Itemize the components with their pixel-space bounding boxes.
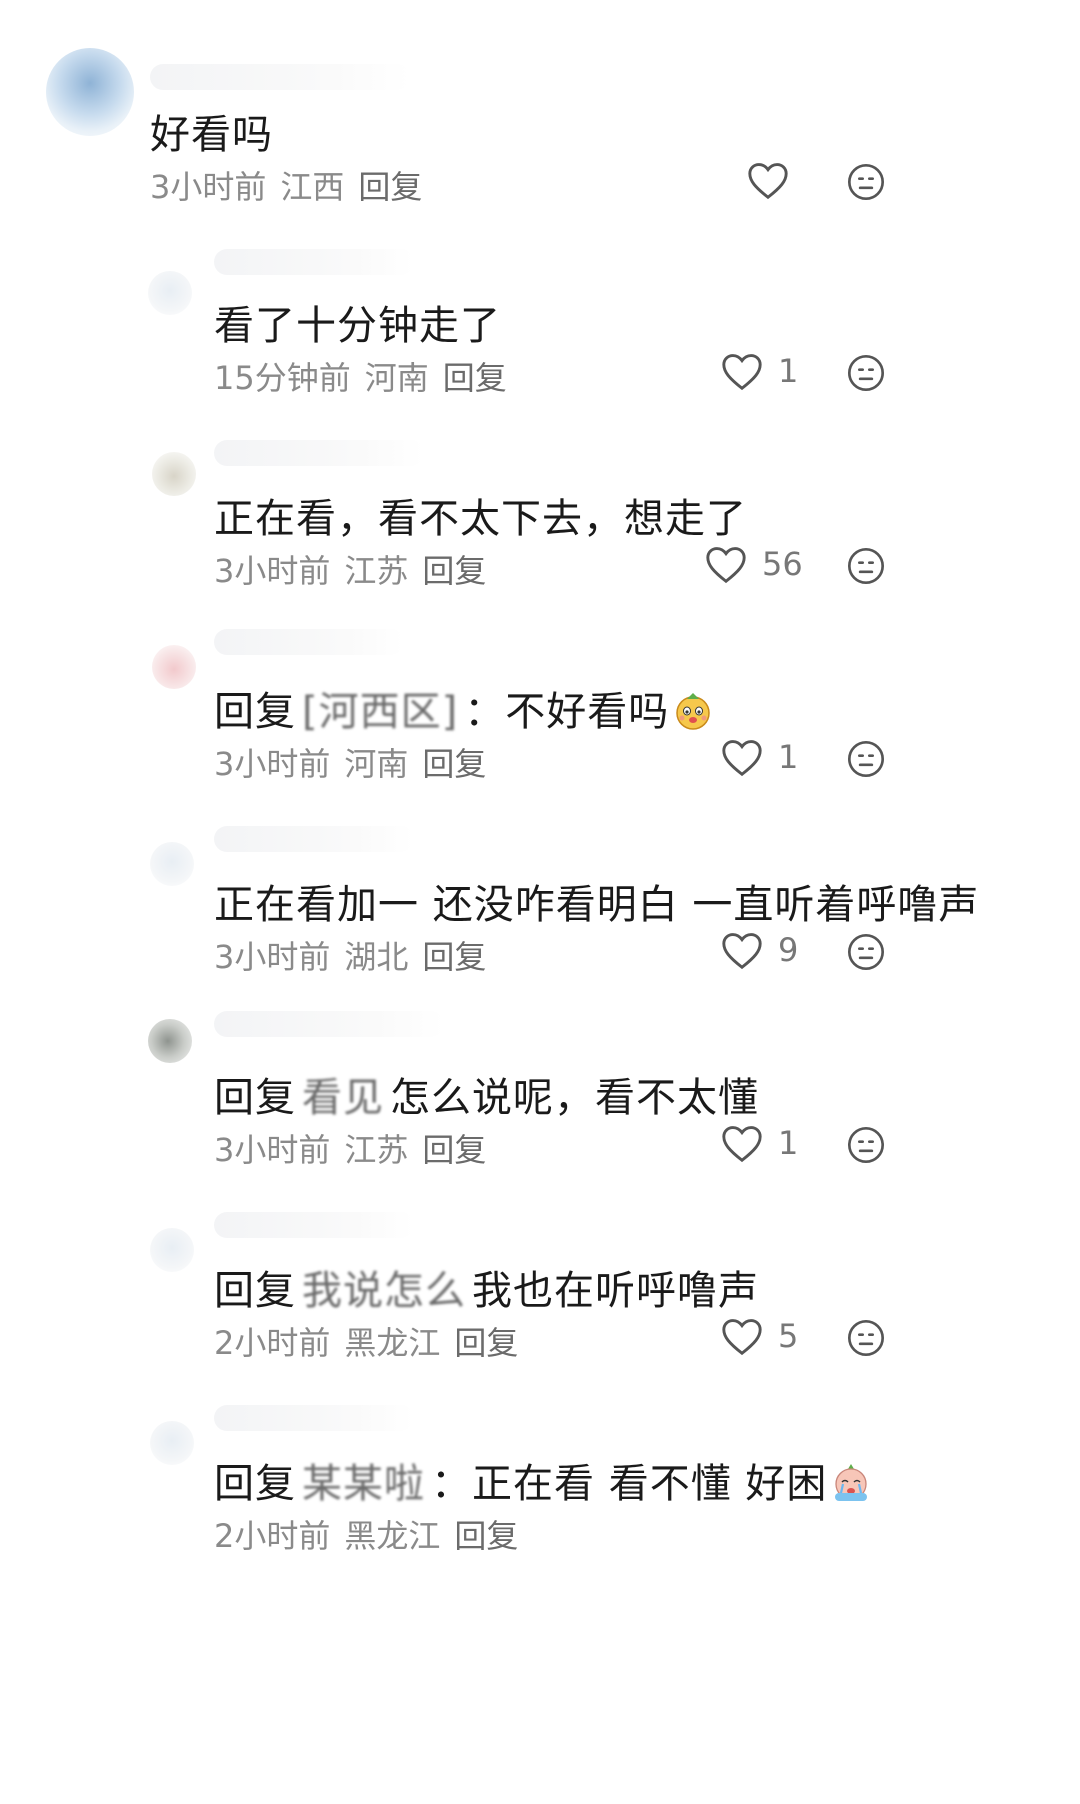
doge-face-emoji-icon [676,693,710,730]
like-count: 1 [778,1124,799,1162]
username-blurred [214,826,414,852]
avatar[interactable] [150,842,194,886]
avatar[interactable] [150,1228,194,1272]
username-blurred [214,1405,414,1431]
reply-prefix: 回复 [214,1268,296,1314]
comment-meta: 3小时前 江西 回复 [150,162,436,208]
username-blurred [150,64,410,90]
username-blurred [214,1011,444,1037]
comment-time: 3小时前 [214,552,331,590]
username-blurred [214,629,404,655]
reply-button[interactable]: 回复 [422,938,486,976]
comment-time: 2小时前 [214,1517,331,1555]
reply-button[interactable]: 回复 [422,552,486,590]
crying-baby-emoji-icon [835,1464,868,1501]
neutral-face-icon[interactable] [846,546,886,586]
reply-prefix: 回复 [214,689,296,735]
comment-meta: 3小时前 江苏 回复 [214,546,500,592]
comment-location: 河南 [344,745,409,783]
comment-location: 江苏 [344,1131,409,1169]
like-button[interactable]: 56 [704,544,803,584]
comment-text: 我也在听呼噜声 [472,1268,759,1314]
reply-prefix: 回复 [214,1461,296,1507]
neutral-face-icon[interactable] [846,739,886,779]
comment-text: 正在看，看不太下去，想走了 [214,496,747,542]
neutral-face-icon[interactable] [846,162,886,202]
like-button[interactable]: 1 [720,737,798,777]
like-button[interactable]: 9 [720,930,798,970]
comment-time: 3小时前 [214,938,331,976]
neutral-face-icon[interactable] [846,1318,886,1358]
comment-meta: 2小时前 黑龙江 回复 [214,1511,532,1557]
comment-text-line: 回复 某某啦 ：正在看 看不懂 好困 [214,1451,871,1509]
comment-location: 湖北 [344,938,409,976]
like-button[interactable] [746,160,804,200]
comment-text: 怎么说呢，看不太懂 [390,1075,759,1121]
heart-outline-icon [722,933,762,970]
mentioned-user[interactable]: 某某啦 [302,1461,425,1507]
heart-outline-icon [748,163,788,200]
heart-outline-icon [722,740,762,777]
username-blurred [214,249,414,275]
avatar[interactable] [152,645,196,689]
reply-button[interactable]: 回复 [422,745,486,783]
comment-time: 3小时前 [150,168,267,206]
comment-text: ：不好看吗 [464,689,670,735]
like-button[interactable]: 1 [720,1123,798,1163]
neutral-face-icon[interactable] [846,353,886,393]
like-button[interactable]: 1 [720,351,798,391]
reply-button[interactable]: 回复 [454,1517,518,1555]
neutral-face-icon[interactable] [846,932,886,972]
comment-meta: 3小时前 河南 回复 [214,739,500,785]
reply-prefix: 回复 [214,1075,296,1121]
like-button[interactable]: 5 [720,1316,798,1356]
like-count: 9 [778,931,799,969]
comment-location: 黑龙江 [344,1324,441,1362]
comment-time: 15分钟前 [214,359,351,397]
comment-text: ：正在看 看不懂 好困 [431,1461,828,1507]
comment-meta: 2小时前 黑龙江 回复 [214,1318,532,1364]
heart-outline-icon [722,354,762,391]
heart-outline-icon [722,1319,762,1356]
comment-location: 江西 [280,168,345,206]
username-blurred [214,1212,414,1238]
comment-location: 河南 [364,359,429,397]
comment-meta: 3小时前 江苏 回复 [214,1125,500,1171]
comment-location: 江苏 [344,552,409,590]
comment-meta: 3小时前 湖北 回复 [214,932,500,978]
comment-text-line: 回复 我说怎么 我也在听呼噜声 [214,1258,759,1316]
like-count: 1 [778,738,799,776]
comment-time: 2小时前 [214,1324,331,1362]
comment-text-line: 回复 [河西区] ：不好看吗 [214,679,713,737]
heart-outline-icon [706,547,746,584]
reply-button[interactable]: 回复 [454,1324,518,1362]
avatar[interactable] [148,1019,192,1063]
avatar[interactable] [46,48,134,136]
avatar[interactable] [152,452,196,496]
reply-button[interactable]: 回复 [358,168,422,206]
reply-button[interactable]: 回复 [422,1131,486,1169]
heart-outline-icon [722,1126,762,1163]
like-count: 1 [778,352,799,390]
comment-meta: 15分钟前 河南 回复 [214,353,521,399]
comment-text: 好看吗 [150,112,273,158]
comment-text: 正在看加一 还没咋看明白 一直听着呼噜声 [214,882,980,928]
like-count: 56 [762,545,803,583]
username-blurred [214,440,424,466]
comment-text: 看了十分钟走了 [214,303,501,349]
mentioned-user[interactable]: 看见 [302,1075,384,1121]
mentioned-user[interactable]: [河西区] [302,689,458,735]
reply-button[interactable]: 回复 [443,359,507,397]
comment-location: 黑龙江 [344,1517,441,1555]
mentioned-user[interactable]: 我说怎么 [302,1268,466,1314]
neutral-face-icon[interactable] [846,1125,886,1165]
comment-time: 3小时前 [214,745,331,783]
comment-text-line: 回复 看见 怎么说呢，看不太懂 [214,1065,759,1123]
comment-time: 3小时前 [214,1131,331,1169]
avatar[interactable] [148,271,192,315]
like-count: 5 [778,1317,799,1355]
avatar[interactable] [150,1421,194,1465]
